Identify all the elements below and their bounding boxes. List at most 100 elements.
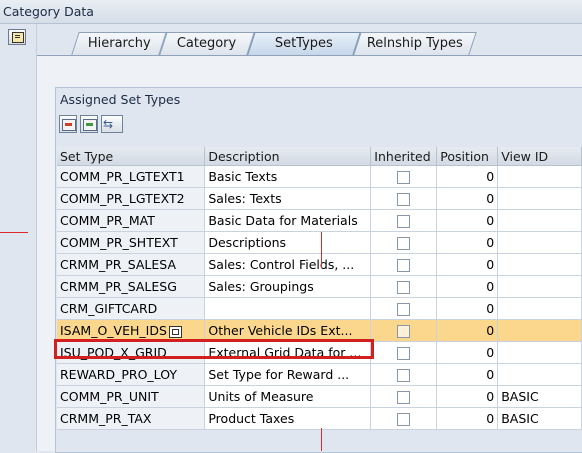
table-row[interactable]: COMM_PR_LGTEXT1 Basic Texts 0 — [57, 165, 582, 188]
tab-relnship-types[interactable]: Relnship Types — [353, 32, 477, 55]
view-id-cell[interactable] — [497, 297, 582, 320]
annotation-line — [321, 232, 322, 268]
description-cell[interactable]: Sales: Control Fields, ... — [204, 253, 372, 276]
delete-row-button[interactable] — [59, 115, 77, 133]
table-row[interactable]: CRMM_PR_SALESG Sales: Groupings 0 — [57, 275, 582, 298]
position-cell[interactable]: 0 — [436, 209, 499, 232]
set-type-cell[interactable]: CRMM_PR_SALESA — [57, 253, 206, 276]
set-type-cell[interactable]: REWARD_PRO_LOY — [57, 363, 206, 386]
inherited-cell — [370, 297, 438, 320]
position-cell[interactable]: 0 — [436, 363, 499, 386]
annotation-line — [0, 232, 28, 233]
table-row[interactable]: COMM_PR_UNIT Units of Measure 0 BASIC — [57, 385, 582, 408]
inherited-checkbox[interactable] — [397, 193, 411, 206]
set-type-cell[interactable]: CRMM_PR_SALESG — [57, 275, 206, 298]
table-row[interactable]: COMM_PR_MAT Basic Data for Materials 0 — [57, 209, 582, 232]
window-titlebar: Category Data — [0, 0, 582, 24]
description-cell[interactable]: Descriptions — [204, 231, 372, 254]
position-cell[interactable]: 0 — [436, 407, 499, 430]
inherited-cell — [370, 407, 438, 430]
position-cell[interactable]: 0 — [436, 187, 499, 210]
table-row[interactable]: CRMM_PR_SALESA Sales: Control Fields, ..… — [57, 253, 582, 276]
inherited-checkbox[interactable] — [397, 391, 411, 404]
table-row[interactable]: CRM_GIFTCARD 0 — [57, 297, 582, 320]
view-id-cell[interactable] — [497, 253, 582, 276]
view-id-cell[interactable]: BASIC — [497, 407, 582, 430]
description-cell[interactable]: Basic Data for Materials — [204, 209, 372, 232]
position-cell[interactable]: 0 — [436, 341, 499, 364]
view-id-cell[interactable] — [497, 187, 582, 210]
inherited-checkbox[interactable] — [397, 369, 411, 382]
view-id-cell[interactable]: BASIC — [497, 385, 582, 408]
inherited-checkbox[interactable] — [397, 303, 411, 316]
table-header-row: Set Type Description Inherited Position … — [57, 147, 582, 166]
inherited-checkbox[interactable] — [397, 325, 411, 338]
inherited-checkbox[interactable] — [397, 347, 411, 360]
window-title: Category Data — [3, 4, 94, 19]
col-header-position[interactable]: Position — [436, 147, 499, 166]
position-cell[interactable]: 0 — [436, 275, 499, 298]
inherited-cell — [370, 363, 438, 386]
inherited-cell — [370, 253, 438, 276]
description-cell[interactable]: Sales: Texts — [204, 187, 372, 210]
inherited-checkbox[interactable] — [397, 215, 411, 228]
tab-strip: Hierarchy Category SetTypes Relnship Typ… — [37, 24, 582, 56]
description-cell[interactable]: Sales: Groupings — [204, 275, 372, 298]
value-help-icon[interactable] — [168, 325, 182, 338]
view-id-cell[interactable] — [497, 341, 582, 364]
document-icon[interactable] — [8, 29, 26, 45]
position-cell[interactable]: 0 — [436, 319, 499, 342]
col-header-view-id[interactable]: View ID — [497, 147, 582, 166]
position-cell[interactable]: 0 — [436, 231, 499, 254]
tab-hierarchy[interactable]: Hierarchy — [71, 32, 167, 55]
inherited-cell — [370, 209, 438, 232]
inherited-checkbox[interactable] — [397, 171, 411, 184]
position-cell[interactable]: 0 — [436, 253, 499, 276]
view-id-cell[interactable] — [497, 209, 582, 232]
inherited-cell — [370, 187, 438, 210]
col-header-inherited[interactable]: Inherited — [370, 147, 438, 166]
view-id-cell[interactable] — [497, 165, 582, 188]
inherited-checkbox[interactable] — [397, 413, 411, 426]
position-cell[interactable]: 0 — [436, 165, 499, 188]
transfer-button[interactable]: ⇆ — [101, 115, 123, 133]
delete-row-icon — [62, 119, 76, 131]
position-cell[interactable]: 0 — [436, 297, 499, 320]
set-type-cell[interactable]: COMM_PR_MAT — [57, 209, 206, 232]
tab-category[interactable]: Category — [159, 32, 255, 55]
view-id-cell[interactable] — [497, 231, 582, 254]
tab-settypes[interactable]: SetTypes — [247, 32, 361, 55]
table-row[interactable]: COMM_PR_LGTEXT2 Sales: Texts 0 — [57, 187, 582, 210]
view-id-cell[interactable] — [497, 319, 582, 342]
table-row[interactable]: CRMM_PR_TAX Product Taxes 0 BASIC — [57, 407, 582, 430]
position-cell[interactable]: 0 — [436, 385, 499, 408]
description-cell[interactable]: Units of Measure — [204, 385, 372, 408]
inherited-cell — [370, 319, 438, 342]
set-type-cell[interactable]: CRMM_PR_TAX — [57, 407, 206, 430]
table-row[interactable]: REWARD_PRO_LOY Set Type for Reward ... 0 — [57, 363, 582, 386]
table-row[interactable]: COMM_PR_SHTEXT Descriptions 0 — [57, 231, 582, 254]
inherited-checkbox[interactable] — [397, 237, 411, 250]
set-type-cell[interactable]: COMM_PR_LGTEXT2 — [57, 187, 206, 210]
inherited-checkbox[interactable] — [397, 281, 411, 294]
description-cell[interactable]: Basic Texts — [204, 165, 372, 188]
description-cell[interactable]: Set Type for Reward ... — [204, 363, 372, 386]
set-type-cell[interactable]: CRM_GIFTCARD — [57, 297, 206, 320]
view-id-cell[interactable] — [497, 363, 582, 386]
description-cell[interactable] — [204, 297, 372, 320]
col-header-description[interactable]: Description — [204, 147, 372, 166]
set-type-value: ISAM_O_VEH_IDS — [60, 323, 167, 338]
set-type-cell[interactable]: COMM_PR_UNIT — [57, 385, 206, 408]
col-header-set-type[interactable]: Set Type — [57, 147, 206, 166]
panel-title: Assigned Set Types — [60, 92, 181, 107]
set-type-cell[interactable]: COMM_PR_SHTEXT — [57, 231, 206, 254]
insert-row-button[interactable] — [80, 115, 98, 133]
view-id-cell[interactable] — [497, 275, 582, 298]
set-type-cell[interactable]: COMM_PR_LGTEXT1 — [57, 165, 206, 188]
annotation-line — [321, 428, 322, 451]
transfer-icon: ⇆ — [103, 117, 114, 131]
tab-underline — [37, 55, 582, 56]
description-cell[interactable]: Product Taxes — [204, 407, 372, 430]
inherited-checkbox[interactable] — [397, 259, 411, 272]
inherited-cell — [370, 275, 438, 298]
